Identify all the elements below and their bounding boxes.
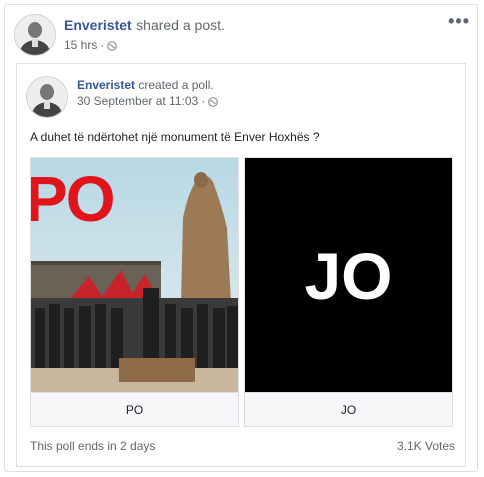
- poll-option-po[interactable]: PO PO: [30, 157, 239, 427]
- post-header: Enveristet shared a post.: [64, 16, 225, 35]
- poll-option-po-image-text: PO: [31, 163, 115, 235]
- shared-author-avatar[interactable]: [26, 76, 68, 118]
- poll-end-text: This poll ends in 2 days: [30, 439, 156, 453]
- shared-author-name[interactable]: Enveristet: [77, 78, 135, 92]
- poll-option-jo-label[interactable]: JO: [245, 392, 452, 426]
- shared-post-time[interactable]: 30 September at 11:03: [77, 94, 198, 108]
- author-name[interactable]: Enveristet: [64, 17, 132, 33]
- globe-icon[interactable]: [208, 96, 219, 107]
- globe-icon[interactable]: [107, 40, 118, 51]
- post-time[interactable]: 15 hrs: [64, 38, 97, 52]
- poll-option-po-label[interactable]: PO: [31, 392, 238, 426]
- author-avatar[interactable]: [14, 14, 56, 56]
- shared-post-meta: 30 September at 11:03 ·: [77, 94, 219, 108]
- poll-option-jo-image-text: JO: [304, 239, 393, 313]
- post-action: shared a post.: [136, 17, 225, 33]
- poll-option-jo[interactable]: JO JO: [244, 157, 453, 427]
- post-meta: 15 hrs ·: [64, 38, 118, 52]
- shared-post-header: Enveristet created a poll.: [77, 77, 214, 93]
- poll-question: A duhet të ndërtohet një monument të Env…: [30, 130, 320, 144]
- poll-option-po-image[interactable]: PO: [31, 158, 238, 394]
- poll-vote-count[interactable]: 3.1K Votes: [397, 439, 455, 453]
- more-options-icon[interactable]: •••: [448, 12, 470, 30]
- poll-option-jo-image[interactable]: JO: [245, 158, 452, 394]
- shared-post-action: created a poll.: [138, 78, 214, 92]
